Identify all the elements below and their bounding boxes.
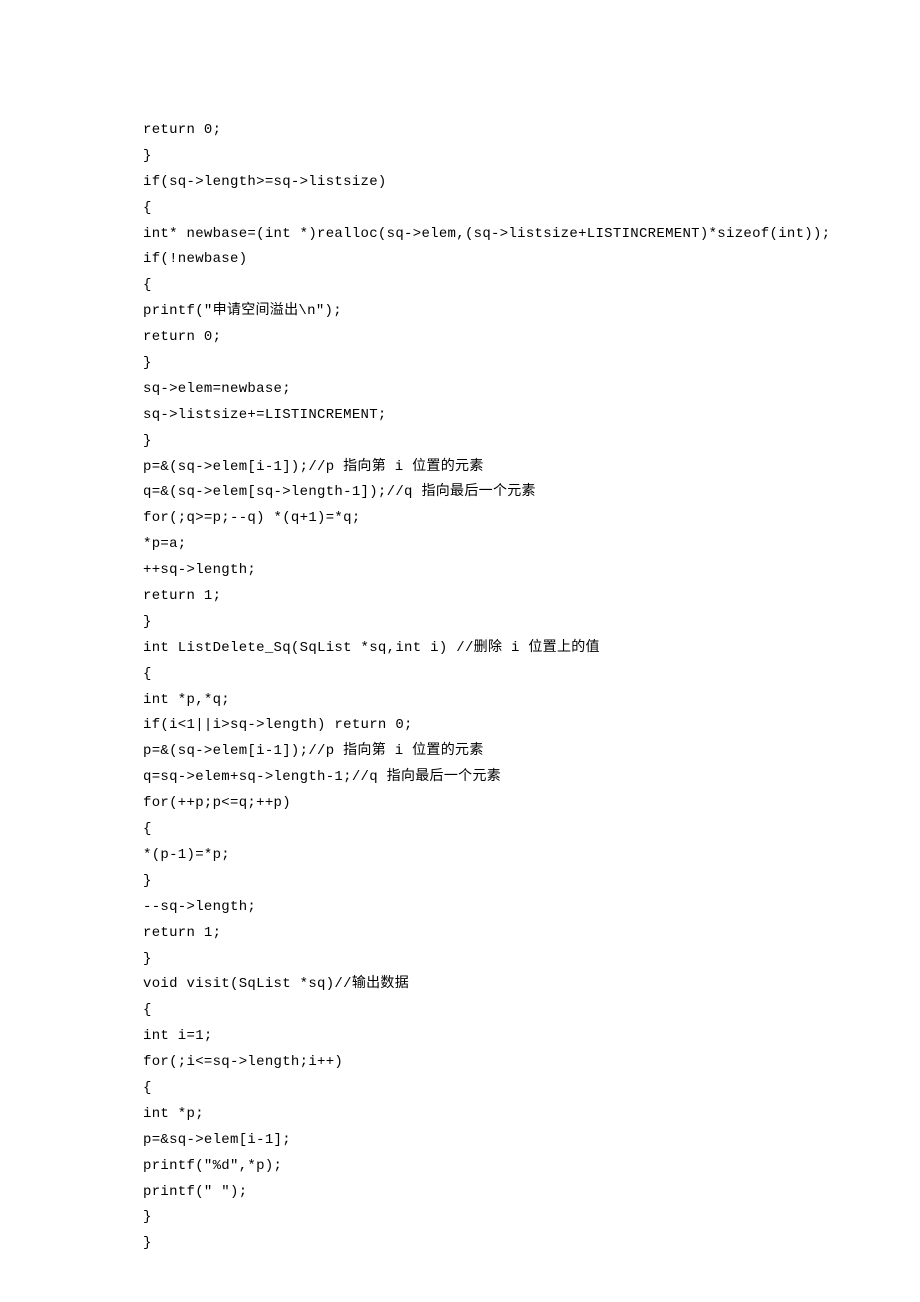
code-line: printf("%d",*p); bbox=[143, 1154, 920, 1180]
code-line: --sq->length; bbox=[143, 895, 920, 921]
code-line: sq->listsize+=LISTINCREMENT; bbox=[143, 403, 920, 429]
code-line: *(p-1)=*p; bbox=[143, 843, 920, 869]
code-line: return 0; bbox=[143, 118, 920, 144]
code-line: { bbox=[143, 196, 920, 222]
code-line: { bbox=[143, 998, 920, 1024]
code-line: } bbox=[143, 351, 920, 377]
code-line: p=&sq->elem[i-1]; bbox=[143, 1128, 920, 1154]
code-line: return 0; bbox=[143, 325, 920, 351]
code-line: int i=1; bbox=[143, 1024, 920, 1050]
code-line: for(++p;p<=q;++p) bbox=[143, 791, 920, 817]
code-line: for(;q>=p;--q) *(q+1)=*q; bbox=[143, 506, 920, 532]
code-line: if(sq->length>=sq->listsize) bbox=[143, 170, 920, 196]
code-line: int* newbase=(int *)realloc(sq->elem,(sq… bbox=[143, 222, 920, 248]
code-line: int ListDelete_Sq(SqList *sq,int i) //删除… bbox=[143, 636, 920, 662]
code-document-page: return 0;}if(sq->length>=sq->listsize){i… bbox=[0, 0, 920, 1302]
code-block: return 0;}if(sq->length>=sq->listsize){i… bbox=[143, 118, 920, 1257]
code-line: q=&(sq->elem[sq->length-1]);//q 指向最后一个元素 bbox=[143, 480, 920, 506]
code-line: } bbox=[143, 144, 920, 170]
code-line: { bbox=[143, 1076, 920, 1102]
code-line: printf("申请空间溢出\n"); bbox=[143, 299, 920, 325]
code-line: { bbox=[143, 662, 920, 688]
code-line: } bbox=[143, 429, 920, 455]
code-line: for(;i<=sq->length;i++) bbox=[143, 1050, 920, 1076]
code-line: } bbox=[143, 869, 920, 895]
code-line: ++sq->length; bbox=[143, 558, 920, 584]
code-line: p=&(sq->elem[i-1]);//p 指向第 i 位置的元素 bbox=[143, 739, 920, 765]
code-line: q=sq->elem+sq->length-1;//q 指向最后一个元素 bbox=[143, 765, 920, 791]
code-line: printf(" "); bbox=[143, 1180, 920, 1206]
code-line: sq->elem=newbase; bbox=[143, 377, 920, 403]
code-line: { bbox=[143, 273, 920, 299]
code-line: int *p; bbox=[143, 1102, 920, 1128]
code-line: } bbox=[143, 1205, 920, 1231]
code-line: return 1; bbox=[143, 584, 920, 610]
code-line: *p=a; bbox=[143, 532, 920, 558]
code-line: void visit(SqList *sq)//输出数据 bbox=[143, 972, 920, 998]
code-line: int *p,*q; bbox=[143, 688, 920, 714]
code-line: p=&(sq->elem[i-1]);//p 指向第 i 位置的元素 bbox=[143, 455, 920, 481]
code-line: if(!newbase) bbox=[143, 247, 920, 273]
code-line: } bbox=[143, 1231, 920, 1257]
code-line: return 1; bbox=[143, 921, 920, 947]
code-line: { bbox=[143, 817, 920, 843]
code-line: if(i<1||i>sq->length) return 0; bbox=[143, 713, 920, 739]
code-line: } bbox=[143, 947, 920, 973]
code-line: } bbox=[143, 610, 920, 636]
